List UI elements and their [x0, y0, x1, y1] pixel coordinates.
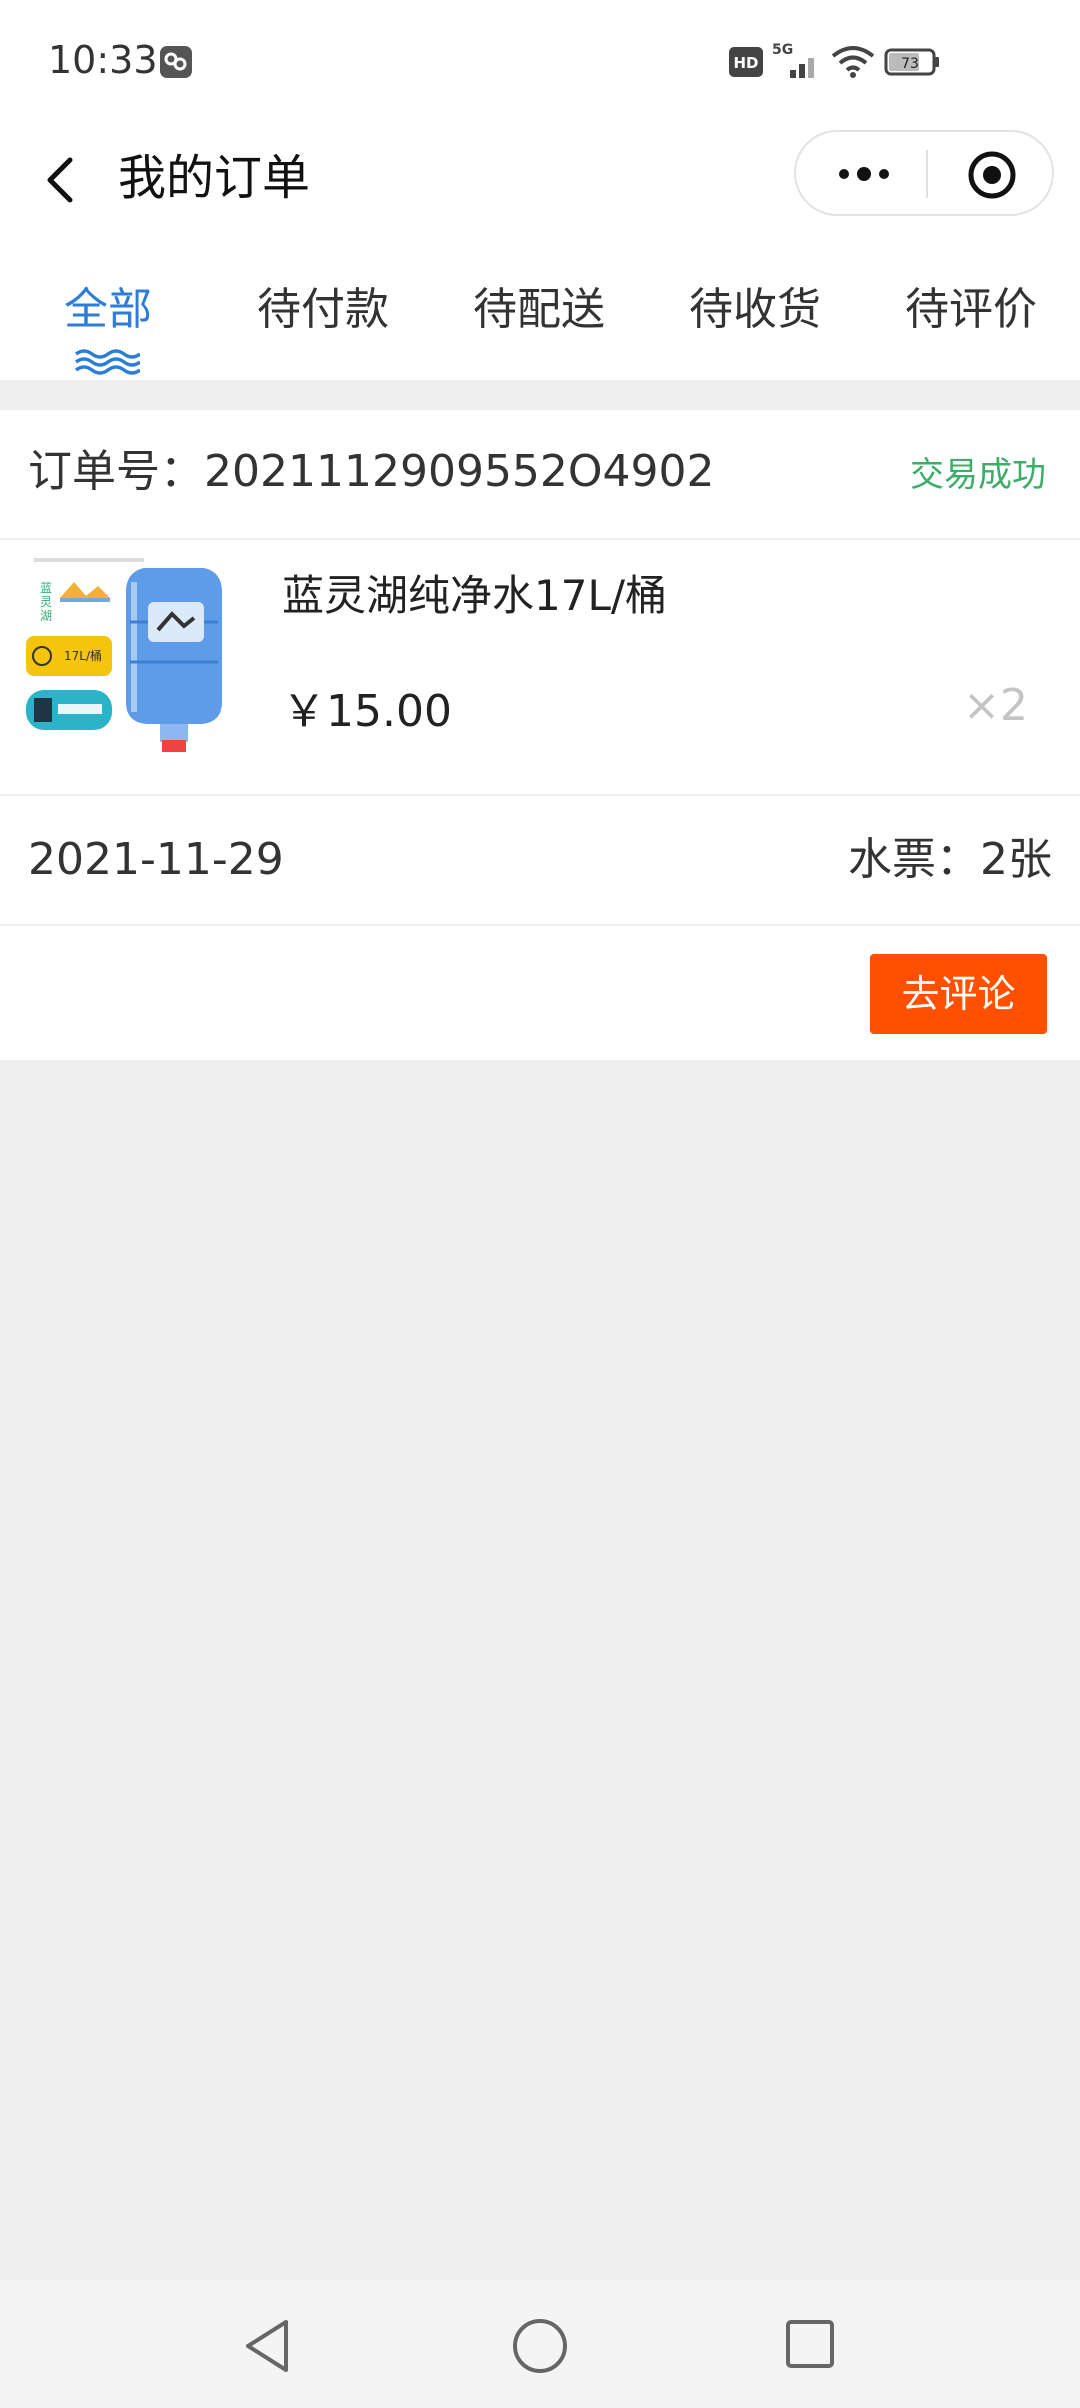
- svg-text:湖: 湖: [40, 608, 52, 623]
- svg-text:灵: 灵: [40, 595, 52, 609]
- status-bar: 10:33 HD 5G 73: [0, 0, 1080, 120]
- hd-icon: HD: [729, 47, 763, 77]
- order-product-item[interactable]: 蓝 灵 湖 17L/桶 蓝灵湖纯净水17L/桶 ￥15.00 ×2: [0, 540, 1080, 796]
- product-quantity: ×2: [963, 680, 1028, 731]
- nav-recent-apps-icon[interactable]: [782, 2316, 838, 2372]
- order-actions: 去评论: [0, 926, 1080, 1060]
- signal-5g-icon: 5G: [772, 42, 814, 78]
- tab-pending-receipt[interactable]: 待收货: [670, 280, 840, 356]
- order-number: 订单号：2021112909552O4902: [28, 446, 715, 497]
- status-time: 10:33: [48, 38, 158, 82]
- close-miniprogram-icon[interactable]: [966, 149, 1018, 201]
- capsule-divider: [926, 150, 928, 198]
- product-price: ￥15.00: [282, 686, 452, 737]
- svg-text:73: 73: [901, 56, 919, 72]
- navigation-header: 我的订单: [0, 120, 1080, 240]
- svg-text:蓝: 蓝: [40, 581, 52, 595]
- mini-program-capsule: [794, 130, 1054, 216]
- back-arrow-icon[interactable]: [36, 148, 84, 212]
- wifi-icon: [831, 46, 875, 78]
- water-ticket-count: 水票：2张: [848, 834, 1052, 885]
- page-title: 我的订单: [118, 150, 311, 206]
- battery-icon: 73: [884, 48, 939, 76]
- more-options-icon[interactable]: [832, 152, 896, 196]
- tab-pending-payment[interactable]: 待付款: [238, 280, 408, 356]
- nav-back-icon[interactable]: [240, 2316, 296, 2376]
- svg-text:HD: HD: [733, 54, 758, 72]
- order-tabs: 全部 待付款 待配送 待收货 待评价: [0, 240, 1080, 380]
- tab-pending-review[interactable]: 待评价: [886, 280, 1056, 356]
- active-tab-wave-indicator: [74, 349, 140, 375]
- order-card-header: 订单号：2021112909552O4902 交易成功: [0, 410, 1080, 540]
- water-bucket-product-image: 蓝 灵 湖 17L/桶: [26, 552, 232, 758]
- tab-pending-delivery[interactable]: 待配送: [454, 280, 624, 356]
- svg-text:5G: 5G: [772, 42, 793, 58]
- write-review-button[interactable]: 去评论: [870, 954, 1047, 1034]
- nav-home-icon[interactable]: [508, 2314, 572, 2378]
- order-date: 2021-11-29: [28, 834, 284, 885]
- system-navigation-bar: [0, 2280, 1080, 2408]
- svg-text:17L/桶: 17L/桶: [64, 648, 102, 663]
- order-status-badge: 交易成功: [910, 455, 1046, 495]
- tab-all[interactable]: 全部: [38, 280, 178, 356]
- gallery-notification-icon: [160, 46, 192, 78]
- order-info-row: 2021-11-29 水票：2张: [0, 796, 1080, 926]
- product-name: 蓝灵湖纯净水17L/桶: [282, 571, 667, 620]
